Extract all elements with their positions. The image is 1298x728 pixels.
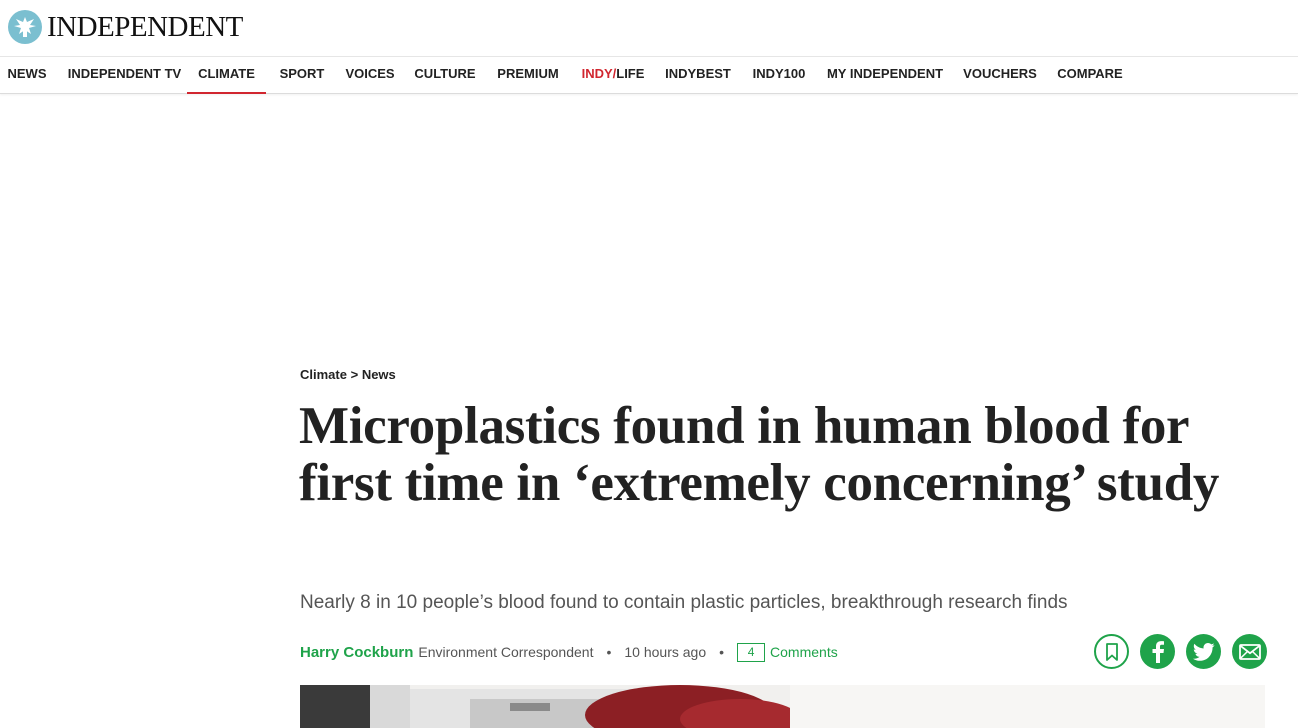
nav-life-label: LIFE	[616, 66, 645, 81]
twitter-share-button[interactable]	[1186, 634, 1221, 669]
facebook-icon	[1152, 640, 1164, 663]
publish-time: 10 hours ago	[624, 644, 707, 660]
bookmark-button[interactable]	[1094, 634, 1129, 669]
bookmark-icon	[1105, 642, 1118, 661]
article-hero-image	[300, 685, 1265, 728]
site-name: INDEPENDENT	[47, 10, 243, 43]
nav-item-climate[interactable]: CLIMATE	[187, 57, 266, 94]
breadcrumb-separator: >	[350, 367, 359, 382]
nav-item-vouchers[interactable]: VOUCHERS	[956, 57, 1044, 94]
author-link[interactable]: Harry Cockburn	[300, 644, 413, 661]
author-role: Environment Correspondent	[418, 644, 594, 660]
email-share-button[interactable]	[1232, 634, 1267, 669]
comment-count-badge[interactable]: 4	[737, 642, 766, 662]
nav-item-compare[interactable]: COMPARE	[1050, 57, 1130, 94]
nav-item-premium[interactable]: PREMIUM	[488, 57, 568, 94]
site-header: INDEPENDENT	[0, 0, 1298, 57]
nav-item-voices[interactable]: VOICES	[335, 57, 405, 94]
article-standfirst: Nearly 8 in 10 people’s blood found to c…	[300, 592, 1068, 613]
facebook-share-button[interactable]	[1140, 634, 1175, 669]
nav-item-news[interactable]: NEWS	[0, 57, 54, 94]
breadcrumb-climate[interactable]: Climate	[300, 367, 347, 382]
article-byline: Harry Cockburn Environment Correspondent…	[300, 641, 838, 663]
breadcrumb-news[interactable]: News	[362, 367, 396, 382]
nav-item-sport[interactable]: SPORT	[272, 57, 332, 94]
nav-item-indybest[interactable]: INDYBEST	[658, 57, 738, 94]
article-headline: Microplastics found in human blood for f…	[299, 397, 1220, 512]
twitter-icon	[1192, 642, 1214, 661]
breadcrumb: Climate > News	[300, 367, 396, 382]
nav-item-indy100[interactable]: INDY100	[744, 57, 814, 94]
nav-indy-label: INDY/	[581, 66, 617, 81]
bullet-separator: •	[606, 644, 612, 660]
comments-link[interactable]: Comments	[770, 644, 838, 660]
nav-item-culture[interactable]: CULTURE	[408, 57, 482, 94]
nav-item-independent-tv[interactable]: INDEPENDENT TV	[58, 57, 191, 94]
site-logo[interactable]: INDEPENDENT	[8, 10, 243, 44]
email-icon	[1238, 643, 1261, 660]
nav-item-my-independent[interactable]: MY INDEPENDENT	[820, 57, 950, 94]
bullet-separator: •	[719, 644, 725, 660]
nav-item-indy-life[interactable]: INDY/LIFE	[574, 57, 652, 94]
eagle-logo-icon	[8, 10, 42, 44]
main-nav: NEWS INDEPENDENT TV CLIMATE SPORT VOICES…	[0, 57, 1298, 94]
